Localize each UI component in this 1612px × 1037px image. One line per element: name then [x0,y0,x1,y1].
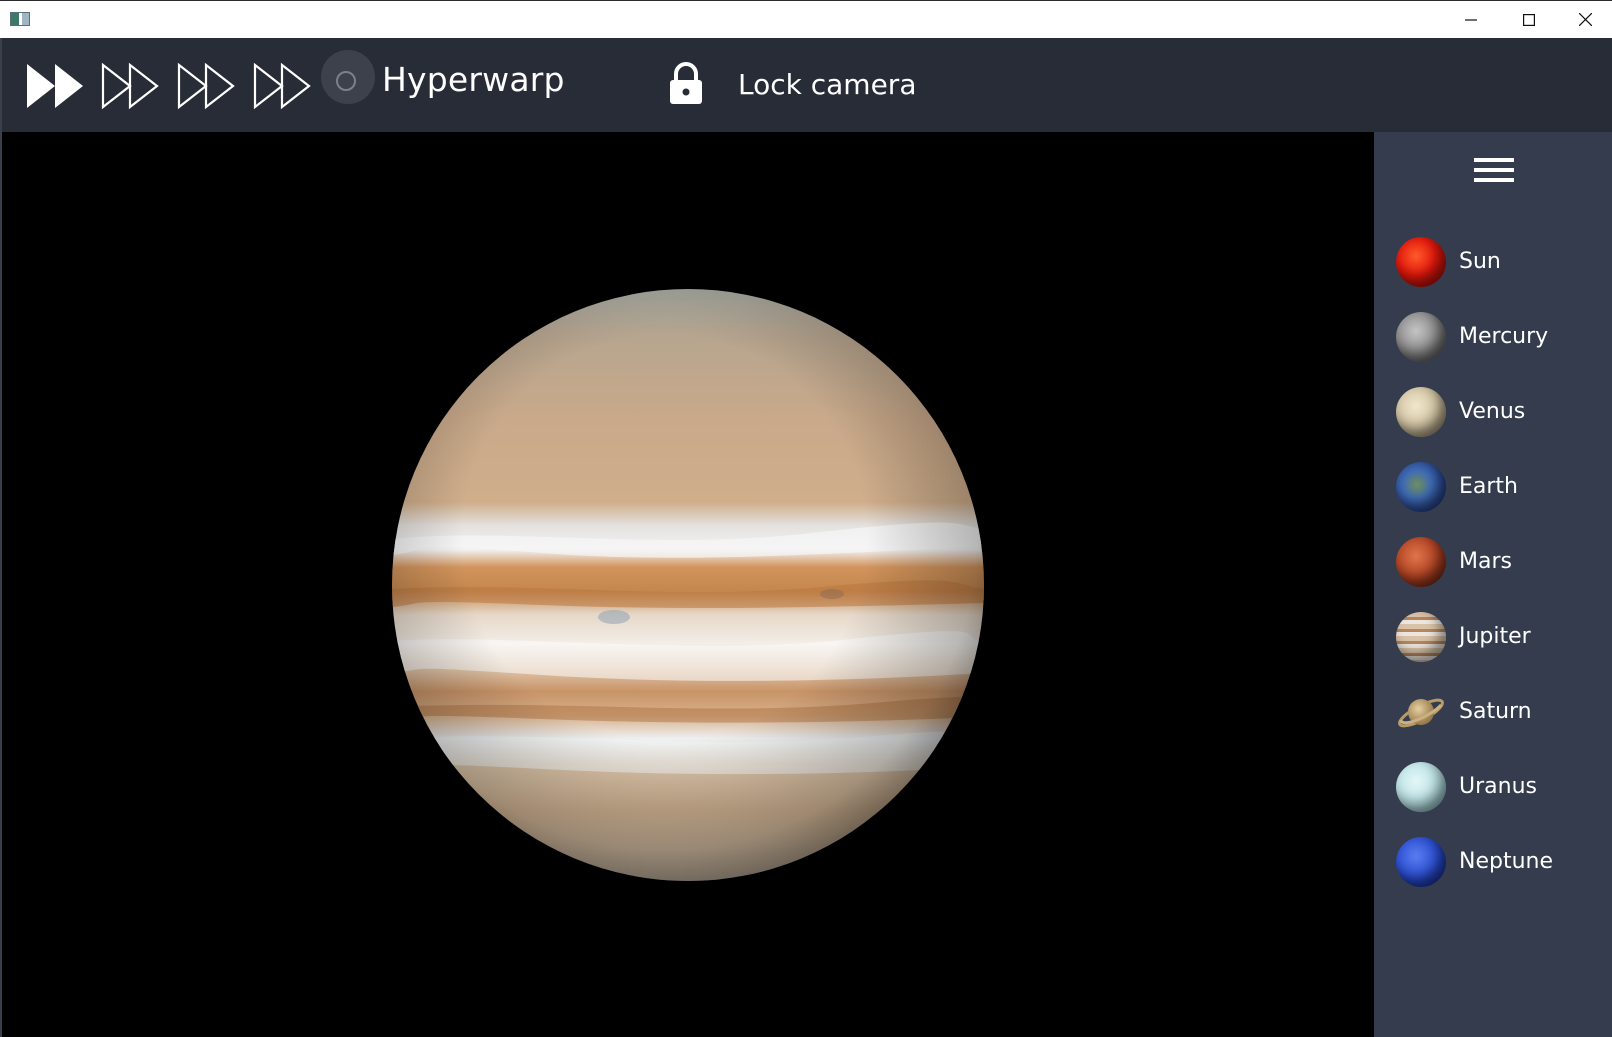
planet-name: Mars [1459,549,1512,574]
maximize-icon [1523,13,1535,26]
planet-name: Venus [1459,399,1526,424]
speed-1x-button[interactable] [24,60,88,112]
earth-icon [1396,461,1446,512]
saturn-icon [1398,698,1444,727]
title-bar [0,0,1612,38]
planet-list: Sun Mercury Venus Earth Mars Jupiter Sat… [1396,224,1606,899]
minimize-icon [1465,18,1477,21]
jupiter-render [392,289,984,881]
planet-name: Neptune [1459,849,1554,874]
planet-item-uranus[interactable]: Uranus [1396,749,1606,824]
fast-forward-outline-icon [177,62,235,110]
sun-icon [1396,236,1446,287]
planet-item-sun[interactable]: Sun [1396,224,1606,299]
planet-name: Uranus [1459,774,1537,799]
padlock-icon [670,62,702,104]
lock-camera-label: Lock camera [738,68,917,101]
lock-camera-toggle[interactable]: Lock camera [668,58,928,118]
radio-circle-icon[interactable] [336,71,356,91]
mercury-icon [1396,311,1446,362]
close-icon [1578,13,1592,26]
planet-item-mars[interactable]: Mars [1396,524,1606,599]
hyperwarp-label: Hyperwarp [382,60,565,99]
maximize-button[interactable] [1500,1,1558,38]
planet-item-venus[interactable]: Venus [1396,374,1606,449]
planet-item-saturn[interactable]: Saturn [1396,674,1606,749]
planet-item-jupiter[interactable]: Jupiter [1396,599,1606,674]
uranus-icon [1396,761,1446,812]
speed-3x-button[interactable] [176,60,240,112]
minimize-button[interactable] [1442,1,1500,38]
jupiter-icon [1396,611,1446,662]
venus-icon [1396,386,1446,437]
planet-name: Sun [1459,249,1501,274]
speed-4x-button[interactable] [252,60,316,112]
planet-sidebar: Sun Mercury Venus Earth Mars Jupiter Sat… [1374,132,1612,1037]
hamburger-menu-icon[interactable] [1474,158,1514,192]
planet-item-neptune[interactable]: Neptune [1396,824,1606,899]
neptune-icon [1396,836,1446,887]
planet-name: Jupiter [1459,624,1531,649]
planet-name: Saturn [1459,699,1532,724]
fast-forward-filled-icon [27,64,83,108]
app-icon [10,12,30,26]
toolbar: Hyperwarp Lock camera [0,38,1612,132]
mars-icon [1396,536,1446,587]
fast-forward-outline-icon [253,62,311,110]
planet-viewport[interactable] [2,132,1374,1037]
app-window: Hyperwarp Lock camera Sun Mercury Venus … [0,0,1612,1037]
planet-item-earth[interactable]: Earth [1396,449,1606,524]
fast-forward-outline-icon [101,62,159,110]
planet-name: Mercury [1459,324,1549,349]
planet-item-mercury[interactable]: Mercury [1396,299,1606,374]
close-button[interactable] [1558,1,1612,38]
planet-name: Earth [1459,474,1518,499]
speed-2x-button[interactable] [100,60,164,112]
